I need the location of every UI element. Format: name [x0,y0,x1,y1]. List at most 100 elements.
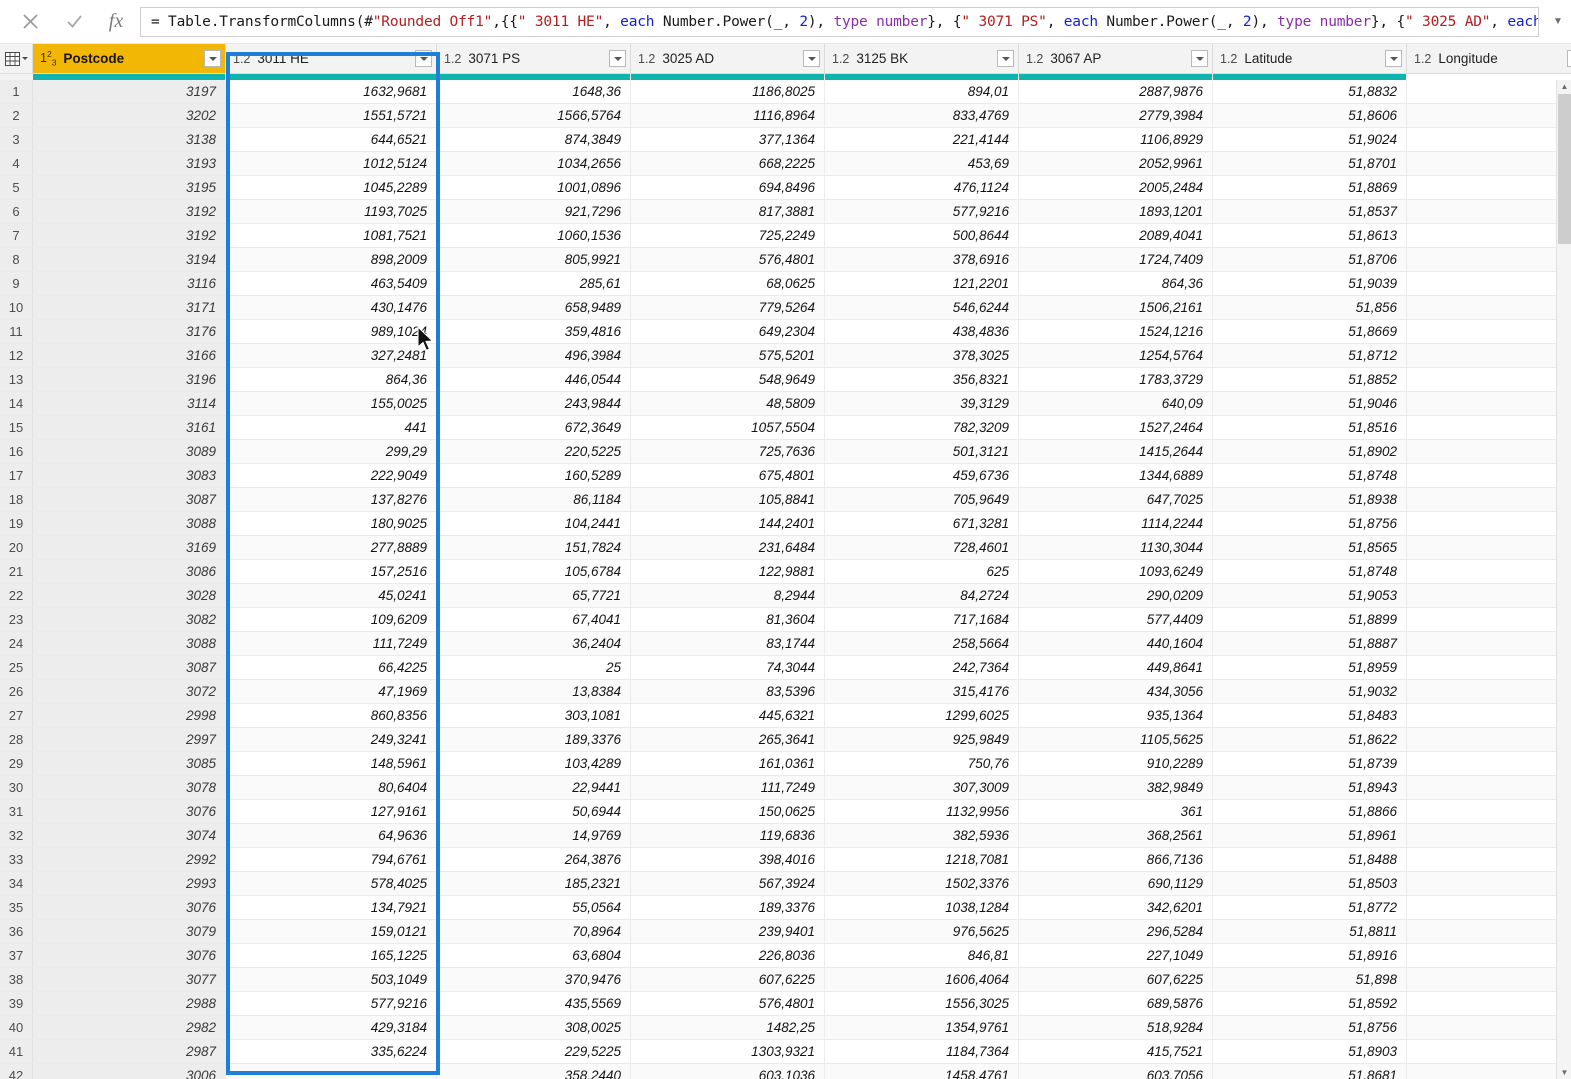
table-cell[interactable]: 377,1364 [631,128,825,151]
table-cell[interactable]: 925,9849 [825,728,1019,751]
table-cell[interactable]: 51,9046 [1213,392,1407,415]
table-cell[interactable]: 265,3641 [631,728,825,751]
column-filter-dropdown-icon[interactable] [803,50,820,67]
table-cell[interactable]: 435,5569 [437,992,631,1015]
table-cell[interactable]: 779,5264 [631,296,825,319]
table-cell[interactable]: 438,4836 [825,320,1019,343]
table-cell[interactable]: 1106,8929 [1019,128,1213,151]
table-cell[interactable]: 150,0625 [631,800,825,823]
table-cell[interactable]: 3088 [33,512,226,535]
table-cell[interactable] [1407,464,1571,487]
table-cell[interactable]: 3006 [33,1064,226,1079]
table-cell[interactable]: 327,2481 [226,344,437,367]
table-cell[interactable]: 36,2404 [437,632,631,655]
table-cell[interactable]: 51,8681 [1213,1064,1407,1079]
table-cell[interactable]: 1566,5764 [437,104,631,127]
table-cell[interactable]: 725,2249 [631,224,825,247]
table-cell[interactable]: 2887,9876 [1019,80,1213,103]
table-cell[interactable]: 105,8841 [631,488,825,511]
table-cell[interactable]: 51,8483 [1213,704,1407,727]
table-cell[interactable]: 3114 [33,392,226,415]
table-cell[interactable]: 860,8356 [226,704,437,727]
table-cell[interactable]: 501,3121 [825,440,1019,463]
table-cell[interactable] [1407,368,1571,391]
table-row[interactable]: 17 3083 222,9049 160,5289 675,4801 459,6736 13… [0,464,1571,488]
table-cell[interactable]: 249,3241 [226,728,437,751]
table-cell[interactable]: 335,6224 [226,1040,437,1063]
table-cell[interactable]: 1303,9321 [631,1040,825,1063]
cancel-formula-button[interactable] [8,7,52,37]
table-cell[interactable]: 989,1024 [226,320,437,343]
table-cell[interactable]: 303,1081 [437,704,631,727]
table-cell[interactable]: 3088 [33,632,226,655]
table-cell[interactable]: 185,2321 [437,872,631,895]
table-row[interactable]: 20 3169 277,8889 151,7824 231,6484 728,4601 11… [0,536,1571,560]
table-cell[interactable]: 675,4801 [631,464,825,487]
table-cell[interactable]: 415,7521 [1019,1040,1213,1063]
table-row[interactable]: 31 3076 127,9161 50,6944 150,0625 1132,9956 36… [0,800,1571,824]
table-cell[interactable]: 51,8943 [1213,776,1407,799]
table-cell[interactable]: 1606,4064 [825,968,1019,991]
table-cell[interactable]: 3202 [33,104,226,127]
table-cell[interactable]: 45,0241 [226,584,437,607]
table-cell[interactable]: 189,3376 [437,728,631,751]
table-cell[interactable]: 1060,1536 [437,224,631,247]
table-cell[interactable]: 160,5289 [437,464,631,487]
table-cell[interactable]: 3194 [33,248,226,271]
table-cell[interactable]: 1081,7521 [226,224,437,247]
table-row[interactable]: 23 3082 109,6209 67,4041 81,3604 717,1684 577,… [0,608,1571,632]
table-cell[interactable]: 1012,5124 [226,152,437,175]
table-cell[interactable]: 1551,5721 [226,104,437,127]
table-cell[interactable]: 8,2944 [631,584,825,607]
table-cell[interactable]: 496,3984 [437,344,631,367]
table-cell[interactable]: 476,1124 [825,176,1019,199]
table-cell[interactable]: 67,4041 [437,608,631,631]
table-cell[interactable] [1407,344,1571,367]
table-cell[interactable]: 51,8537 [1213,200,1407,223]
table-cell[interactable]: 370,9476 [437,968,631,991]
table-cell[interactable]: 728,4601 [825,536,1019,559]
table-cell[interactable]: 51,8756 [1213,1016,1407,1039]
table-cell[interactable] [1407,224,1571,247]
table-cell[interactable]: 518,9284 [1019,1016,1213,1039]
table-cell[interactable]: 578,4025 [226,872,437,895]
table-cell[interactable]: 74,3044 [631,656,825,679]
table-cell[interactable]: 382,9849 [1019,776,1213,799]
scroll-up-icon[interactable]: ▲ [1558,80,1571,93]
table-cell[interactable]: 658,9489 [437,296,631,319]
table-row[interactable]: 35 3076 134,7921 55,0564 189,3376 1038,1284 34… [0,896,1571,920]
formula-input[interactable]: = Table.TransformColumns(#"Rounded Off1"… [140,6,1539,37]
table-cell[interactable]: 500,8644 [825,224,1019,247]
table-cell[interactable] [1407,272,1571,295]
table-cell[interactable]: 65,7721 [437,584,631,607]
table-cell[interactable]: 689,5876 [1019,992,1213,1015]
table-cell[interactable]: 874,3849 [437,128,631,151]
table-cell[interactable]: 151,7824 [437,536,631,559]
table-row[interactable]: 41 2987 335,6224 229,5225 1303,9321 1184,7364… [0,1040,1571,1064]
table-cell[interactable]: 607,6225 [1019,968,1213,991]
table-cell[interactable]: 672,3649 [437,416,631,439]
table-row[interactable]: 10 3171 430,1476 658,9489 779,5264 546,6244 15… [0,296,1571,320]
table-cell[interactable]: 51,8869 [1213,176,1407,199]
table-cell[interactable]: 1502,3376 [825,872,1019,895]
table-cell[interactable] [1407,128,1571,151]
table-cell[interactable]: 285,61 [437,272,631,295]
table-cell[interactable]: 51,8772 [1213,896,1407,919]
table-cell[interactable]: 750,76 [825,752,1019,775]
commit-formula-button[interactable] [52,7,96,37]
table-cell[interactable]: 51,8503 [1213,872,1407,895]
table-cell[interactable] [1407,440,1571,463]
table-cell[interactable]: 264,3876 [437,848,631,871]
table-row[interactable]: 33 2992 794,6761 264,3876 398,4016 1218,7081 8… [0,848,1571,872]
table-cell[interactable]: 378,6916 [825,248,1019,271]
table-cell[interactable]: 3072 [33,680,226,703]
table-cell[interactable]: 80,6404 [226,776,437,799]
table-cell[interactable]: 3171 [33,296,226,319]
table-cell[interactable]: 258,5664 [825,632,1019,655]
table-cell[interactable]: 51,8902 [1213,440,1407,463]
chevron-down-icon[interactable]: ▼ [1545,7,1571,37]
table-cell[interactable]: 342,6201 [1019,896,1213,919]
table-cell[interactable]: 575,5201 [631,344,825,367]
table-cell[interactable]: 2998 [33,704,226,727]
table-row[interactable]: 27 2998 860,8356 303,1081 445,6321 1299,6025 9… [0,704,1571,728]
